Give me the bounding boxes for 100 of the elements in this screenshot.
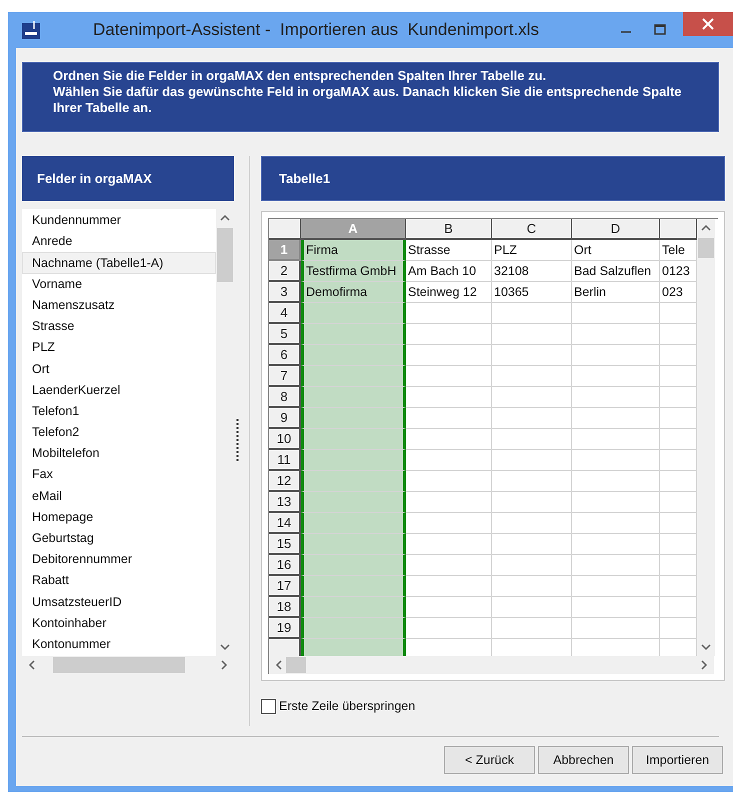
row-header[interactable]: 3: [269, 282, 301, 303]
table-cell[interactable]: [301, 387, 406, 408]
table-cell[interactable]: [301, 471, 406, 492]
instruction-text: Wählen Sie dafür das gewünschte Feld in orgaMAX aus. Danach klicken Sie die entsprechende Spalte Ihrer Tabelle an.: [53, 84, 683, 116]
table-cell[interactable]: [301, 576, 406, 597]
field-item[interactable]: Geburtstag: [22, 528, 216, 549]
row-header[interactable]: 4: [269, 303, 301, 324]
table-cell[interactable]: Demofirma: [301, 282, 406, 303]
field-item[interactable]: Kontoinhaber: [22, 612, 216, 634]
dialog-button[interactable]: Importieren: [632, 746, 723, 774]
close-button[interactable]: [683, 12, 733, 36]
field-item[interactable]: Vorname: [22, 274, 216, 295]
field-item[interactable]: Ort: [22, 358, 216, 380]
scroll-down-icon[interactable]: [220, 644, 230, 651]
row-header[interactable]: 9: [269, 408, 301, 429]
scrollbar-thumb[interactable]: [286, 657, 306, 673]
field-item[interactable]: UmsatzsteuerID: [22, 591, 216, 613]
window-title: Datenimport-Assistent - Importieren aus Kundenimport.xls: [93, 19, 539, 42]
scrollbar-thumb[interactable]: [53, 657, 185, 673]
table-cell[interactable]: 10365: [492, 282, 572, 303]
table-cell[interactable]: Strasse: [406, 240, 492, 261]
table-cell[interactable]: [301, 639, 406, 656]
table-cell[interactable]: Steinweg 12: [406, 282, 492, 303]
row-header[interactable]: 5: [269, 324, 301, 345]
column-header[interactable]: D: [572, 219, 660, 240]
scrollbar-thumb[interactable]: [217, 228, 233, 282]
row-header[interactable]: 19: [269, 618, 301, 639]
corner-cell: [269, 219, 301, 240]
field-item[interactable]: Fax: [22, 464, 216, 486]
row-header[interactable]: 18: [269, 597, 301, 618]
row-header[interactable]: [269, 639, 301, 656]
row-header[interactable]: 8: [269, 387, 301, 408]
table-cell[interactable]: 32108: [492, 261, 572, 282]
table-cell[interactable]: [301, 513, 406, 534]
column-header[interactable]: [660, 219, 697, 240]
table-cell[interactable]: [301, 555, 406, 576]
table-cell[interactable]: [301, 597, 406, 618]
maximize-icon[interactable]: [653, 23, 667, 37]
scroll-up-icon[interactable]: [220, 214, 230, 221]
table-cell[interactable]: [301, 429, 406, 450]
table-cell[interactable]: Berlin: [572, 282, 660, 303]
row-header[interactable]: 7: [269, 366, 301, 387]
field-item[interactable]: Kontonummer: [22, 634, 216, 655]
row-header[interactable]: 13: [269, 492, 301, 513]
field-item[interactable]: LaenderKuerzel: [22, 380, 216, 401]
field-item[interactable]: Telefon2: [22, 422, 216, 444]
table-cell[interactable]: [301, 345, 406, 366]
panel-title: Tabelle1: [279, 170, 330, 188]
field-item[interactable]: Namenszusatz: [22, 294, 216, 316]
table-cell[interactable]: Testfirma GmbH: [301, 261, 406, 282]
row-header[interactable]: 16: [269, 555, 301, 576]
scroll-left-icon[interactable]: [275, 660, 282, 670]
table-cell[interactable]: [301, 408, 406, 429]
row-header[interactable]: 12: [269, 471, 301, 492]
table-cell[interactable]: Firma: [301, 240, 406, 261]
field-item[interactable]: Telefon1: [22, 400, 216, 422]
table-cell[interactable]: [301, 303, 406, 324]
splitter-grip-icon[interactable]: [236, 419, 239, 463]
scroll-right-icon[interactable]: [701, 660, 708, 670]
field-item[interactable]: Mobiltelefon: [22, 443, 216, 464]
table-cell[interactable]: [301, 366, 406, 387]
scroll-left-icon[interactable]: [28, 660, 35, 670]
column-header[interactable]: C: [492, 219, 572, 240]
skip-first-row-checkbox[interactable]: Erste Zeile überspringen: [261, 697, 416, 716]
row-header[interactable]: 2: [269, 261, 301, 282]
table-cell[interactable]: [301, 450, 406, 471]
row-header[interactable]: 6: [269, 345, 301, 366]
row-header[interactable]: 14: [269, 513, 301, 534]
checkbox-label: Erste Zeile überspringen: [279, 698, 416, 715]
field-item[interactable]: Nachname (Tabelle1-A): [22, 252, 216, 274]
panel-title: Felder in orgaMAX: [37, 170, 152, 188]
field-item[interactable]: Strasse: [22, 316, 216, 338]
field-item[interactable]: Anrede: [22, 231, 216, 252]
table-cell[interactable]: [301, 618, 406, 639]
dialog-button[interactable]: Abbrechen: [538, 746, 629, 774]
checkbox[interactable]: [261, 698, 276, 714]
table-cell[interactable]: [301, 492, 406, 513]
field-item[interactable]: Debitorennummer: [22, 549, 216, 570]
row-header[interactable]: 15: [269, 534, 301, 555]
column-header[interactable]: B: [406, 219, 492, 240]
field-item[interactable]: Homepage: [22, 506, 216, 528]
row-header[interactable]: 17: [269, 576, 301, 597]
row-header[interactable]: 11: [269, 450, 301, 471]
instruction-text: Ordnen Sie die Felder in orgaMAX den entsprechenden Spalten Ihrer Tabelle zu.: [53, 68, 548, 84]
table-cell[interactable]: Ort: [572, 240, 660, 261]
field-item[interactable]: PLZ: [22, 337, 216, 358]
scroll-down-icon[interactable]: [701, 644, 711, 651]
field-item[interactable]: eMail: [22, 485, 216, 507]
table-cell[interactable]: Bad Salzuflen: [572, 261, 660, 282]
field-item[interactable]: Kundennummer: [22, 210, 216, 232]
table-cell[interactable]: [301, 534, 406, 555]
row-header[interactable]: 10: [269, 429, 301, 450]
dialog-button[interactable]: < Zurück: [444, 746, 535, 774]
field-item[interactable]: Rabatt: [22, 570, 216, 592]
scroll-up-icon[interactable]: [701, 224, 711, 231]
table-cell[interactable]: [301, 324, 406, 345]
scrollbar-thumb[interactable]: [698, 238, 714, 258]
table-cell[interactable]: Am Bach 10: [406, 261, 492, 282]
table-cell[interactable]: PLZ: [492, 240, 572, 261]
scroll-right-icon[interactable]: [221, 660, 228, 670]
